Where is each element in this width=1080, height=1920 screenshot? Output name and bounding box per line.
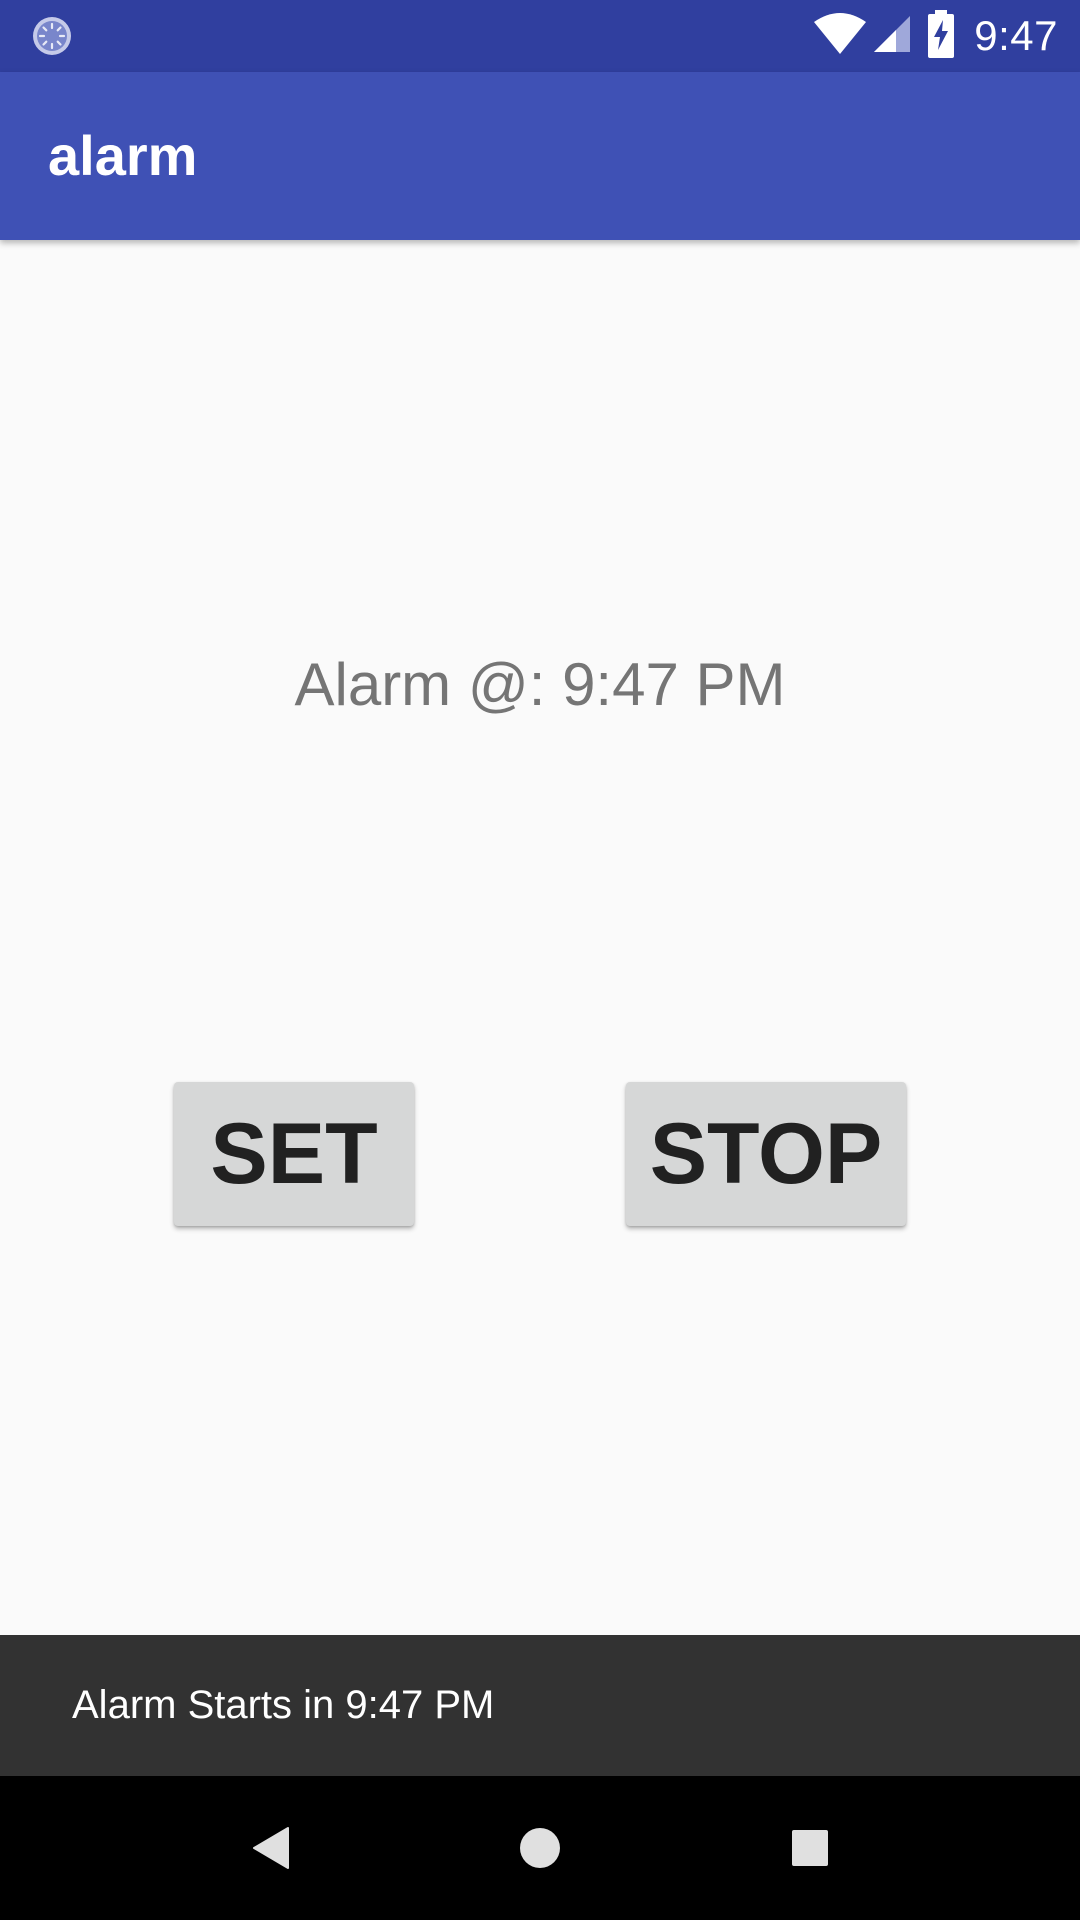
- status-bar: 9:47: [0, 0, 1080, 72]
- recents-icon[interactable]: [770, 1808, 850, 1888]
- app-title: alarm: [48, 124, 198, 187]
- screen: 9:47 alarm Alarm @: 9:47 PM SET STOP Ala…: [0, 0, 1080, 1920]
- stop-button[interactable]: STOP: [626, 1082, 906, 1226]
- snackbar-message: Alarm Starts in 9:47 PM: [72, 1683, 495, 1727]
- home-icon[interactable]: [500, 1808, 580, 1888]
- battery-charging-icon: [926, 9, 974, 63]
- nav-bar: [0, 1776, 1080, 1920]
- snackbar: Alarm Starts in 9:47 PM: [0, 1635, 1080, 1776]
- alarm-time-label: Alarm @: 9:47 PM: [294, 651, 786, 718]
- sync-icon: [30, 14, 74, 58]
- app-bar: alarm: [0, 72, 1080, 240]
- set-button[interactable]: SET: [174, 1082, 414, 1226]
- status-icons: 9:47: [812, 0, 1058, 72]
- back-icon[interactable]: [230, 1808, 310, 1888]
- wifi-icon: [812, 12, 870, 61]
- signal-icon: [870, 12, 926, 61]
- status-time: 9:47: [974, 12, 1058, 59]
